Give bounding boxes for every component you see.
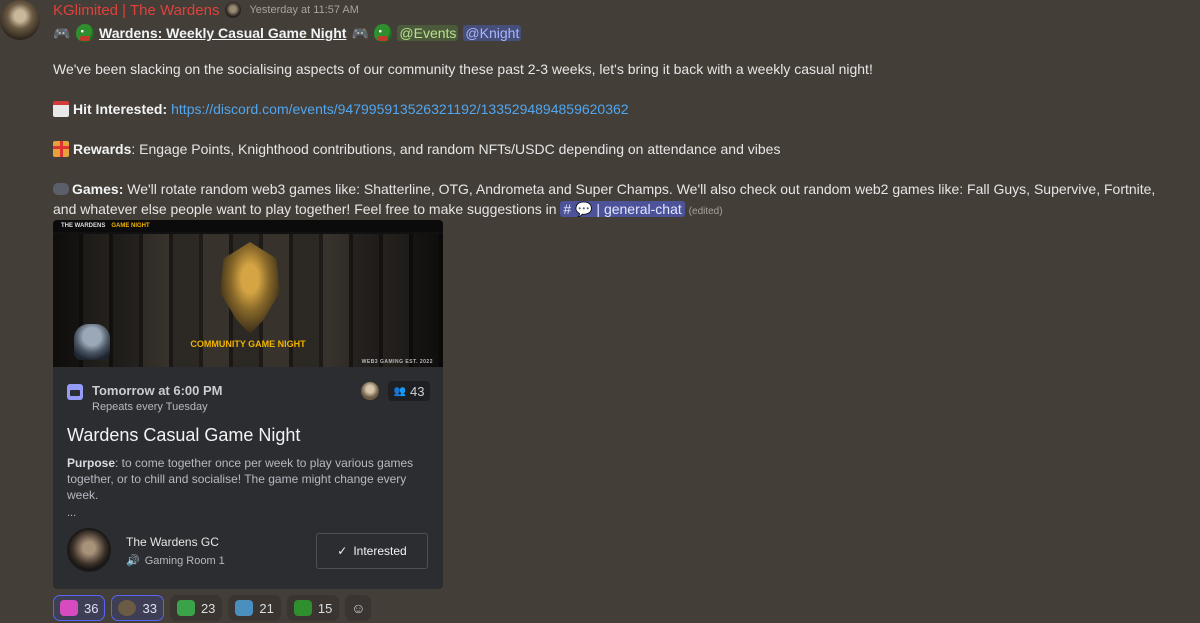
pepe-icon [293, 600, 312, 616]
reaction-count: 23 [200, 600, 216, 616]
gamepad-icon: 🎮 [53, 25, 71, 41]
calendar-icon [53, 101, 69, 117]
banner-top-bar: THE WARDENS GAME NIGHT [53, 220, 443, 232]
event-card[interactable]: THE WARDENS GAME NIGHT COMMUNITY GAME NI… [53, 220, 443, 589]
games-label: Games: [72, 181, 124, 197]
banner-brand: THE WARDENS [61, 223, 106, 229]
gamepad-icon [53, 183, 69, 195]
add-reaction-button[interactable]: ☺ [345, 595, 372, 621]
title-line: 🎮 Wardens: Weekly Casual Game Night 🎮 @E… [53, 22, 1170, 44]
voice-channel[interactable]: 🔊 Gaming Room 1 [126, 554, 225, 568]
pepe-robot-icon [235, 600, 254, 616]
mention-knight[interactable]: @Knight [463, 25, 522, 41]
rewards-text: : Engage Points, Knighthood contribution… [131, 141, 781, 157]
banner-headline: COMMUNITY GAME NIGHT [190, 339, 306, 349]
user-avatar[interactable] [0, 0, 40, 40]
check-icon: ✓ [337, 544, 348, 558]
server-avatar[interactable] [67, 528, 111, 572]
reaction-count: 21 [259, 600, 274, 616]
gamepad-icon [60, 600, 78, 616]
event-time-row: Tomorrow at 6:00 PM Repeats every Tuesda… [67, 383, 223, 413]
reaction-count: 36 [84, 600, 99, 616]
mention-events[interactable]: @Events [397, 25, 459, 41]
message-header: KGlimited | The Wardens Yesterday at 11:… [53, 0, 1170, 20]
server-name[interactable]: The Wardens GC [126, 535, 219, 549]
banner-footer: WEB3 GAMING EST. 2022 [361, 359, 433, 365]
smiley-icon: ☺ [351, 600, 366, 616]
banner-section: GAME NIGHT [111, 223, 150, 229]
interested-count-value: 43 [409, 383, 425, 399]
edited-label: (edited) [688, 206, 723, 217]
event-banner-image[interactable]: THE WARDENS GAME NIGHT COMMUNITY GAME NI… [53, 220, 443, 367]
warden-helmet-icon [118, 600, 137, 616]
reaction-gamepad[interactable]: 36 [53, 595, 106, 621]
speaker-icon: 🔊 [126, 555, 140, 567]
interested-button-label: Interested [353, 544, 407, 558]
reaction-count: 15 [317, 600, 333, 616]
intro-text: We've been slacking on the socialising a… [53, 61, 873, 77]
interested-button[interactable]: ✓ Interested [316, 533, 428, 569]
timestamp: Yesterday at 11:57 AM [249, 4, 359, 16]
purpose-text: : to come together once per week to play… [67, 456, 414, 502]
pepe-sick-icon [176, 600, 195, 616]
gift-icon [53, 141, 69, 157]
voice-channel-name: Gaming Room 1 [144, 554, 225, 567]
purpose-label: Purpose [67, 456, 116, 470]
interested-line: Hit Interested: https://discord.com/even… [53, 99, 1170, 119]
event-description: Purpose: to come together once per week … [67, 455, 417, 503]
message: KGlimited | The Wardens Yesterday at 11:… [53, 0, 1170, 222]
reaction-pepe-sick[interactable]: 23 [169, 595, 223, 621]
description-ellipsis: ... [67, 507, 77, 519]
interested-label: Hit Interested: [73, 101, 168, 117]
interested-count[interactable]: 👥 43 [388, 381, 430, 401]
rewards-line: Rewards: Engage Points, Knighthood contr… [53, 139, 1170, 159]
games-paragraph: Games: We'll rotate random web3 games li… [53, 179, 1170, 222]
event-repeats: Repeats every Tuesday [92, 401, 208, 413]
gamepad-icon: 🎮 [351, 25, 370, 41]
event-link[interactable]: https://discord.com/events/9479959135263… [171, 99, 628, 119]
server-tag-icon [225, 2, 242, 18]
reaction-pepe[interactable]: 15 [286, 595, 340, 621]
calendar-icon [67, 384, 83, 400]
pepe-icon [76, 24, 94, 42]
rewards-label: Rewards [73, 141, 132, 157]
channel-mention-general-chat[interactable]: # 💬 | general-chat [560, 201, 685, 217]
event-details: Tomorrow at 6:00 PM Repeats every Tuesda… [53, 367, 443, 589]
people-icon: 👥 [393, 385, 406, 397]
message-title: Wardens: Weekly Casual Game Night [99, 25, 347, 41]
reaction-warden-helmet[interactable]: 33 [111, 595, 164, 621]
pepe-icon [374, 24, 393, 42]
reaction-pepe-robot[interactable]: 21 [228, 595, 281, 621]
reaction-count: 33 [142, 600, 157, 616]
username[interactable]: KGlimited | The Wardens [53, 2, 219, 19]
event-time: Tomorrow at 6:00 PM [92, 383, 223, 398]
host-avatar[interactable] [361, 382, 379, 400]
event-title[interactable]: Wardens Casual Game Night [67, 425, 300, 446]
reaction-bar: 36 33 23 21 15 ☺ [53, 595, 372, 621]
